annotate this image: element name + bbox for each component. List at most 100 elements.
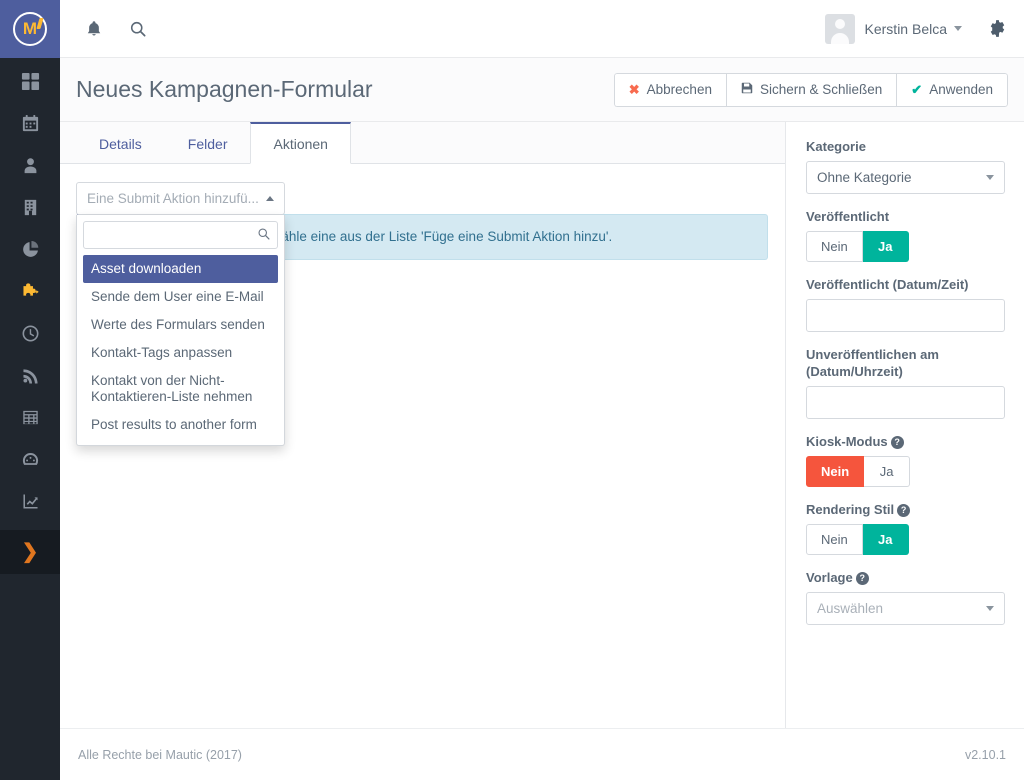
line-chart-icon	[22, 493, 38, 509]
question-circle-icon[interactable]: ?	[890, 436, 904, 449]
dropdown-item-send-form-values[interactable]: Werte des Formulars senden	[83, 311, 278, 339]
unpublish-at-field: Unveröffentlichen am (Datum/Uhrzeit)	[806, 346, 1005, 419]
top-bar-right-tools: Kerstin Belca	[819, 10, 1024, 48]
version-label: v2.10.1	[964, 747, 1006, 762]
kiosk-mode-field: Kiosk-Modus? Nein Ja	[806, 433, 1004, 487]
tab-fields[interactable]: Felder	[165, 123, 251, 164]
template-value: Auswählen	[817, 601, 884, 616]
kiosk-mode-toggle: Nein Ja	[806, 456, 1004, 487]
dropdown-item-modify-contact-tags[interactable]: Kontakt-Tags anpassen	[83, 339, 278, 367]
mautic-logo[interactable]: M	[0, 0, 60, 58]
template-select[interactable]: Auswählen	[806, 592, 1005, 625]
dropdown-item-label: Kontakt von der Nicht-Kontaktieren-Liste…	[91, 373, 253, 404]
tab-actions[interactable]: Aktionen	[250, 122, 351, 164]
dropdown-item-asset-download[interactable]: Asset downloaden	[83, 255, 278, 283]
dropdown-item-post-to-another-form[interactable]: Post results to another form	[83, 411, 278, 439]
kiosk-mode-label-text: Kiosk-Modus	[806, 434, 888, 449]
avatar-body	[830, 32, 849, 44]
page-action-buttons: ✖ Abbrechen Sichern & Schließen ✔ Anwend…	[613, 72, 1008, 107]
user-name-label: Kerstin Belca	[864, 20, 947, 37]
sidebar-item-points[interactable]	[0, 396, 60, 438]
template-label-text: Vorlage	[806, 570, 853, 585]
publish-at-label: Veröffentlicht (Datum/Zeit)	[806, 277, 969, 292]
person-icon	[24, 157, 36, 173]
published-toggle-yes[interactable]: Ja	[862, 231, 909, 262]
submit-action-dropdown: Eine Submit Aktion hinzufü... Asset down…	[76, 182, 285, 446]
rendering-style-toggle-no[interactable]: Nein	[806, 524, 863, 555]
page-footer: Alle Rechte bei Mautic (2017) v2.10.1	[60, 728, 1024, 780]
unpublish-at-input[interactable]	[806, 386, 1005, 419]
submit-action-dropdown-toggle[interactable]: Eine Submit Aktion hinzufü...	[76, 182, 285, 215]
cancel-button-label: Abbrechen	[646, 82, 712, 97]
building-icon	[24, 199, 36, 215]
submit-action-dropdown-label: Eine Submit Aktion hinzufü...	[87, 191, 259, 206]
apply-button[interactable]: ✔ Anwenden	[896, 72, 1008, 107]
rendering-style-toggle: Nein Ja	[806, 524, 1004, 555]
kiosk-mode-toggle-yes[interactable]: Ja	[864, 456, 911, 487]
kiosk-mode-toggle-no[interactable]: Nein	[806, 456, 865, 487]
rendering-style-label-text: Rendering Stil	[806, 502, 895, 517]
dropdown-search-input[interactable]	[83, 221, 278, 249]
sidebar-item-campaigns[interactable]	[0, 312, 60, 354]
published-label: Veröffentlicht	[806, 209, 890, 224]
cancel-button[interactable]: ✖ Abbrechen	[613, 72, 726, 107]
table-icon	[22, 410, 38, 424]
template-label: Vorlage?	[806, 569, 1004, 586]
kiosk-mode-yes-label: Ja	[879, 464, 894, 479]
category-field: Kategorie Ohne Kategorie	[806, 138, 1005, 194]
top-bar: Kerstin Belca	[60, 0, 1024, 58]
tab-details[interactable]: Details	[76, 123, 165, 164]
sidebar-expand-toggle[interactable]: ❯	[0, 530, 60, 574]
sidebar-item-reports[interactable]	[0, 480, 60, 522]
published-toggle-no[interactable]: Nein	[806, 231, 863, 262]
copyright-text: Alle Rechte bei Mautic (2017)	[78, 747, 242, 762]
form-tabs: Details Felder Aktionen	[60, 122, 785, 164]
calendar-icon	[22, 114, 38, 131]
user-menu[interactable]: Kerstin Belca	[819, 10, 968, 48]
caret-down-icon	[986, 606, 994, 611]
notifications-button[interactable]	[72, 7, 116, 51]
global-search-button[interactable]	[116, 7, 160, 51]
submit-action-dropdown-menu: Asset downloaden Sende dem User eine E-M…	[76, 215, 285, 446]
caret-up-icon	[266, 196, 274, 201]
settings-button[interactable]	[980, 12, 1014, 46]
avatar-head	[834, 18, 845, 29]
dropdown-item-list: Asset downloaden Sende dem User eine E-M…	[83, 255, 278, 439]
grid-icon	[21, 72, 39, 90]
app-root: M ❯ Kerstin Belca Neues Kampagnen-Formul…	[0, 0, 1024, 780]
dropdown-item-send-user-email[interactable]: Sende dem User eine E-Mail	[83, 283, 278, 311]
page-title: Neues Kampagnen-Formular	[76, 76, 373, 102]
rendering-style-toggle-yes[interactable]: Ja	[862, 524, 909, 555]
tab-fields-label: Felder	[187, 136, 228, 152]
sidebar-item-companies[interactable]	[0, 186, 60, 228]
question-circle-icon[interactable]: ?	[897, 504, 911, 517]
rss-icon	[22, 368, 38, 383]
dropdown-item-label: Werte des Formulars senden	[91, 317, 265, 332]
check-icon: ✔	[911, 81, 923, 97]
sidebar-item-dashboard[interactable]	[0, 60, 60, 102]
sidebar-item-channels[interactable]	[0, 354, 60, 396]
dropdown-item-label: Kontakt-Tags anpassen	[91, 345, 233, 360]
mautic-logo-icon: M	[13, 12, 47, 46]
dropdown-item-label: Post results to another form	[91, 417, 257, 432]
sidebar-item-segments[interactable]	[0, 228, 60, 270]
sidebar-item-contacts[interactable]	[0, 144, 60, 186]
dropdown-item-remove-from-dnc[interactable]: Kontakt von der Nicht-Kontaktieren-Liste…	[83, 367, 278, 411]
puzzle-icon	[22, 282, 39, 296]
kiosk-mode-no-label: Nein	[821, 464, 850, 479]
sidebar-item-calendar[interactable]	[0, 102, 60, 144]
rendering-style-field: Rendering Stil? Nein Ja	[806, 501, 1004, 555]
category-select[interactable]: Ohne Kategorie	[806, 161, 1005, 194]
chevron-right-icon: ❯	[21, 541, 39, 563]
unpublish-at-label: Unveröffentlichen am (Datum/Uhrzeit)	[806, 347, 939, 379]
question-circle-icon[interactable]: ?	[855, 572, 869, 585]
publish-at-input[interactable]	[806, 299, 1005, 332]
search-icon	[130, 21, 146, 37]
sidebar-item-stages[interactable]	[0, 438, 60, 480]
tab-actions-label: Aktionen	[273, 135, 328, 152]
sidebar-item-components[interactable]	[0, 270, 60, 312]
caret-down-icon	[986, 175, 994, 180]
top-bar-left-tools	[60, 7, 160, 51]
save-and-close-button[interactable]: Sichern & Schließen	[725, 72, 897, 107]
tab-details-label: Details	[99, 136, 142, 152]
